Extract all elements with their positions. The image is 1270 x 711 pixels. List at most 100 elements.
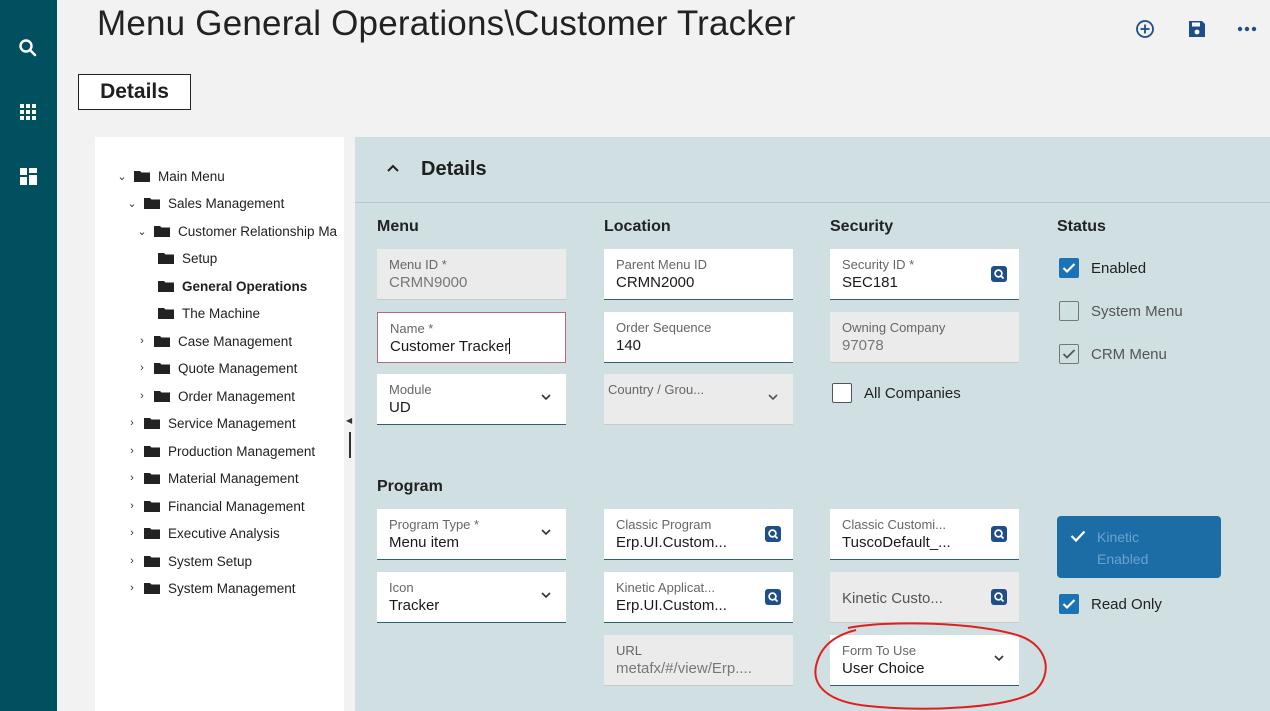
- lookup-search-icon[interactable]: [991, 266, 1007, 282]
- folder-icon: [144, 472, 160, 484]
- crm-menu-checkbox[interactable]: CRM Menu: [1059, 344, 1167, 364]
- name-field[interactable]: Name * Customer Tracker: [377, 312, 566, 363]
- lookup-search-icon[interactable]: [765, 526, 781, 542]
- apps-grid-icon[interactable]: [14, 98, 42, 126]
- checkbox-box[interactable]: [832, 383, 852, 403]
- field-label: Classic Program: [616, 517, 712, 532]
- field-value: Erp.UI.Custom...: [616, 597, 727, 614]
- classic-program-field[interactable]: Classic Program Erp.UI.Custom...: [604, 509, 793, 560]
- module-dropdown[interactable]: Module UD: [377, 374, 566, 425]
- tree-item-setup[interactable]: Setup: [139, 247, 217, 269]
- parent-menu-id-field[interactable]: Parent Menu ID CRMN2000: [604, 249, 793, 300]
- tree-item-customer-relationship[interactable]: ⌄ Customer Relationship Ma: [135, 220, 337, 242]
- tree-item-general-operations[interactable]: General Operations: [139, 275, 307, 297]
- checkbox-box[interactable]: [1059, 258, 1079, 278]
- field-value: Tracker: [389, 597, 440, 614]
- all-companies-checkbox[interactable]: All Companies: [832, 383, 961, 403]
- checkbox-label: Read Only: [1091, 595, 1162, 613]
- field-label: Name *: [390, 321, 434, 336]
- tree-item-service-management[interactable]: › Service Management: [125, 412, 296, 434]
- save-icon[interactable]: [1184, 16, 1210, 42]
- chevron-right-icon[interactable]: ›: [135, 362, 149, 374]
- kinetic-customization-field[interactable]: Kinetic Custo...: [830, 572, 1019, 623]
- checkbox-label: All Companies: [864, 384, 961, 402]
- classic-customization-field[interactable]: Classic Customi... TuscoDefault_...: [830, 509, 1019, 560]
- checkbox-box[interactable]: [1059, 301, 1079, 321]
- more-options-icon[interactable]: [1234, 16, 1260, 42]
- order-sequence-field[interactable]: Order Sequence 140: [604, 312, 793, 363]
- tree-item-the-machine[interactable]: The Machine: [139, 302, 260, 324]
- chevron-right-icon[interactable]: ›: [125, 555, 139, 567]
- field-label: Menu ID *: [389, 257, 447, 272]
- country-group-dropdown[interactable]: Country / Grou...: [604, 374, 793, 425]
- chevron-right-icon[interactable]: ›: [125, 417, 139, 429]
- tree-item-main-menu[interactable]: ⌄ Main Menu: [115, 165, 224, 187]
- chevron-right-icon[interactable]: ›: [125, 472, 139, 484]
- icon-dropdown[interactable]: Icon Tracker: [377, 572, 566, 623]
- folder-icon: [144, 500, 160, 512]
- checkbox-box[interactable]: [1059, 594, 1079, 614]
- field-value: Customer Tracker: [390, 338, 510, 355]
- chevron-down-icon[interactable]: ⌄: [125, 197, 139, 210]
- chevron-down-icon[interactable]: [540, 527, 552, 537]
- folder-icon: [154, 335, 170, 347]
- checkbox-label: Enabled: [1091, 259, 1147, 277]
- tree-item-label: Sales Management: [168, 195, 285, 211]
- text-cursor: [509, 338, 511, 354]
- chevron-down-icon[interactable]: [993, 653, 1005, 663]
- search-icon[interactable]: [14, 34, 42, 62]
- tree-item-label: Service Management: [168, 415, 296, 431]
- chevron-right-icon[interactable]: ›: [125, 582, 139, 594]
- kinetic-application-field[interactable]: Kinetic Applicat... Erp.UI.Custom...: [604, 572, 793, 623]
- dashboard-icon[interactable]: [14, 162, 42, 190]
- tree-item-executive-analysis[interactable]: › Executive Analysis: [125, 522, 280, 544]
- chevron-right-icon[interactable]: ›: [125, 445, 139, 457]
- add-new-icon[interactable]: [1132, 16, 1158, 42]
- chevron-right-icon[interactable]: ›: [125, 500, 139, 512]
- tree-item-label: System Management: [168, 580, 296, 596]
- enabled-checkbox[interactable]: Enabled: [1059, 258, 1146, 278]
- tree-item-production-management[interactable]: › Production Management: [125, 440, 315, 462]
- chevron-up-icon[interactable]: [386, 160, 400, 177]
- chevron-down-icon[interactable]: [767, 392, 779, 402]
- tree-item-system-setup[interactable]: › System Setup: [125, 550, 252, 572]
- chevron-down-icon[interactable]: [540, 392, 552, 402]
- system-menu-checkbox[interactable]: System Menu: [1059, 301, 1183, 321]
- lookup-search-icon[interactable]: [991, 589, 1007, 605]
- lookup-search-icon[interactable]: [765, 589, 781, 605]
- chevron-right-icon[interactable]: ›: [135, 335, 149, 347]
- chevron-down-icon[interactable]: ⌄: [115, 170, 129, 183]
- tree-item-system-management[interactable]: › System Management: [125, 577, 296, 599]
- chevron-right-icon[interactable]: ›: [125, 527, 139, 539]
- tab-details[interactable]: Details: [78, 74, 191, 110]
- checkbox-label: CRM Menu: [1091, 345, 1167, 363]
- chevron-down-icon[interactable]: [540, 590, 552, 600]
- chevron-right-icon[interactable]: ›: [135, 390, 149, 402]
- tree-item-order-management[interactable]: › Order Management: [135, 385, 295, 407]
- tree-item-label: Setup: [182, 250, 218, 266]
- field-label: Icon: [389, 580, 414, 595]
- tree-item-financial-management[interactable]: › Financial Management: [125, 495, 304, 517]
- tree-item-label: Quote Management: [178, 360, 298, 376]
- form-to-use-dropdown[interactable]: Form To Use User Choice: [830, 635, 1019, 686]
- tree-item-material-management[interactable]: › Material Management: [125, 467, 299, 489]
- folder-icon: [158, 307, 174, 319]
- program-type-dropdown[interactable]: Program Type * Menu item: [377, 509, 566, 560]
- folder-icon: [144, 445, 160, 457]
- pane-splitter[interactable]: [349, 432, 351, 458]
- chevron-down-icon[interactable]: ⌄: [135, 225, 149, 238]
- folder-icon: [144, 582, 160, 594]
- tree-item-sales-management[interactable]: ⌄ Sales Management: [125, 192, 284, 214]
- tree-item-quote-management[interactable]: › Quote Management: [135, 357, 297, 379]
- checkbox-box[interactable]: [1059, 344, 1079, 364]
- security-id-field[interactable]: Security ID * SEC181: [830, 249, 1019, 300]
- lookup-search-icon[interactable]: [991, 526, 1007, 542]
- security-column-heading: Security: [830, 218, 894, 235]
- tree-item-label: Material Management: [168, 470, 299, 486]
- kinetic-enabled-toggle[interactable]: Kinetic Enabled: [1057, 516, 1221, 578]
- field-label: Security ID *: [842, 257, 915, 272]
- read-only-checkbox[interactable]: Read Only: [1059, 594, 1162, 614]
- field-label: Owning Company: [842, 320, 946, 335]
- tree-item-case-management[interactable]: › Case Management: [135, 330, 292, 352]
- collapse-tree-icon[interactable]: ◀: [346, 416, 352, 425]
